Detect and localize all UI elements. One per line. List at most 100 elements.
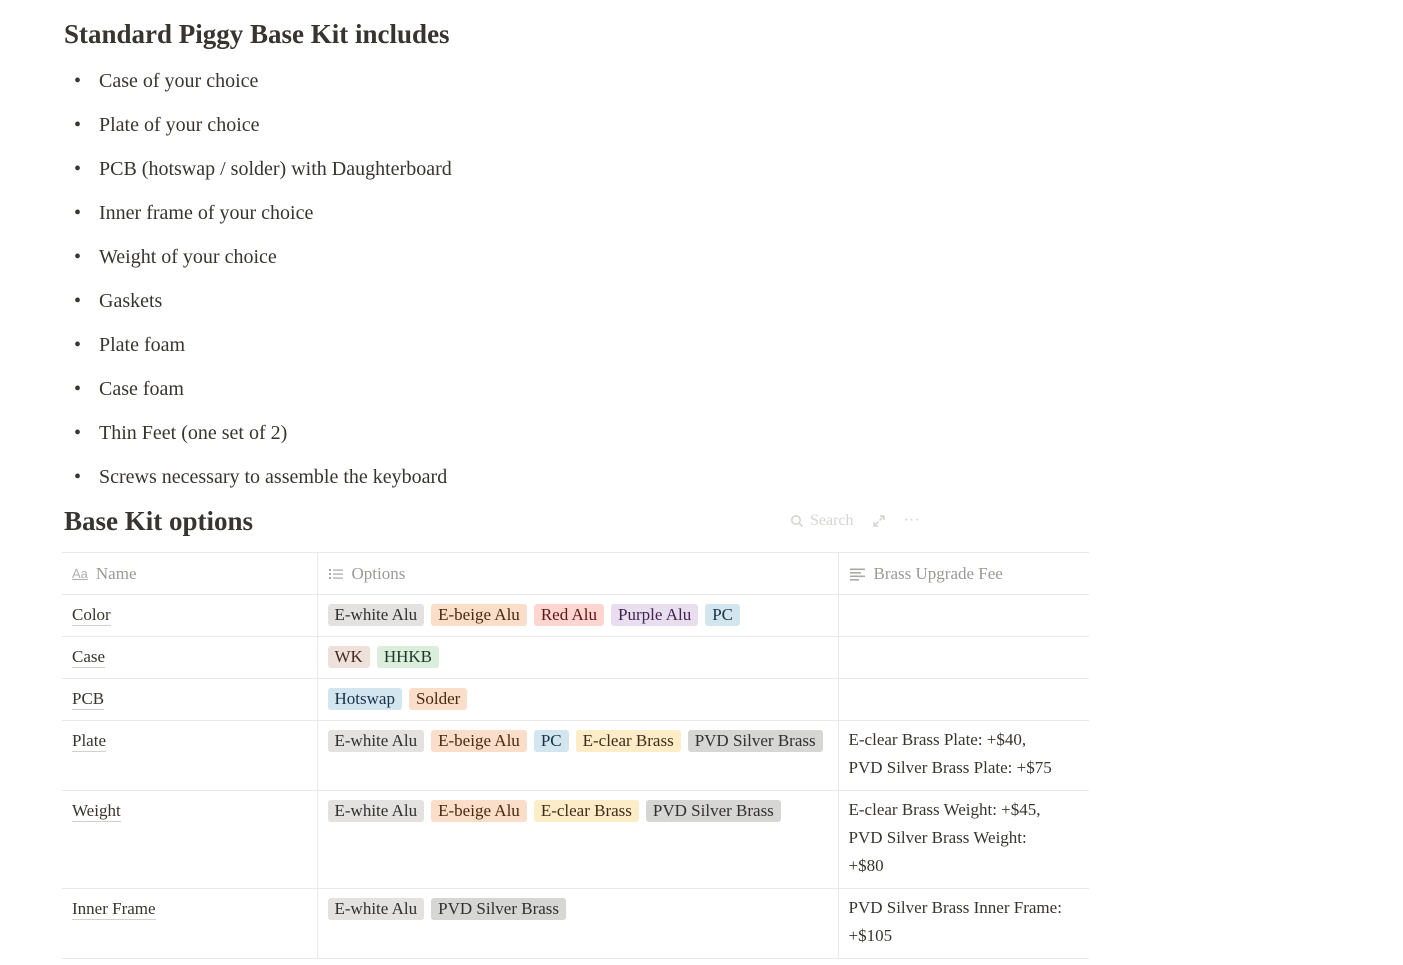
option-tag[interactable]: Solder	[408, 688, 468, 710]
option-tags: E-white Alu E-beige Alu PC E-clear Brass PVD…	[318, 721, 838, 760]
text-icon	[849, 568, 865, 581]
column-header-name[interactable]: Aa Name	[62, 552, 317, 595]
bullet-icon: •	[74, 377, 82, 400]
list-item-text: Weight of your choice	[99, 245, 277, 268]
list-item-text: Thin Feet (one set of 2)	[99, 421, 288, 444]
table-row[interactable]: Inner Frame E-white Alu PVD Silver Brass PV…	[62, 888, 1090, 959]
option-tag[interactable]: E-clear Brass	[533, 800, 639, 822]
bullet-icon: •	[74, 113, 82, 136]
database-toolbar: Search ···	[790, 512, 920, 530]
page-heading-kit: Standard Piggy Base Kit includes	[64, 19, 450, 49]
option-tag[interactable]: Hotswap	[327, 688, 402, 710]
row-name[interactable]: PCB	[72, 689, 105, 710]
kit-contents-list: • Case of your choice • Plate of your choic…	[64, 59, 452, 499]
option-tag[interactable]: E-white Alu	[327, 800, 425, 822]
cell-fee[interactable]	[837, 594, 1089, 637]
option-tag[interactable]: E-beige Alu	[431, 730, 527, 752]
list-item: • Case foam	[64, 367, 452, 411]
column-label-options: Options	[351, 563, 406, 583]
cell-name[interactable]: Plate	[62, 720, 317, 791]
fee-line: PVD Silver Brass Inner Frame:	[848, 898, 1062, 917]
list-item-text: Inner frame of your choice	[99, 201, 314, 224]
cell-fee[interactable]: PVD Silver Brass Inner Frame: +$105	[837, 888, 1090, 959]
option-tag[interactable]: HHKB	[376, 646, 439, 668]
fee-line: PVD Silver Brass Weight:	[848, 828, 1027, 847]
cell-fee[interactable]: E-clear Brass Weight: +$45, PVD Silver Br…	[837, 790, 1089, 889]
cell-fee[interactable]	[837, 636, 1089, 679]
cell-options[interactable]: Hotswap Solder	[316, 678, 838, 721]
option-tag[interactable]: E-clear Brass	[575, 730, 681, 752]
list-item-text: Plate of your choice	[99, 113, 260, 136]
option-tag[interactable]: E-beige Alu	[431, 800, 527, 822]
option-tags: WK HHKB	[318, 637, 838, 676]
column-header-options[interactable]: Options	[316, 552, 838, 595]
option-tag[interactable]: WK	[327, 646, 370, 668]
option-tag[interactable]: PVD Silver Brass	[431, 898, 567, 920]
option-tag[interactable]: E-white Alu	[327, 898, 425, 920]
option-tag[interactable]: E-beige Alu	[431, 604, 527, 626]
list-item-text: Gaskets	[99, 289, 163, 312]
expand-icon[interactable]	[872, 514, 886, 528]
table-row[interactable]: PCB Hotswap Solder	[62, 678, 1089, 721]
search-label: Search	[810, 512, 854, 529]
row-name[interactable]: Weight	[72, 801, 121, 822]
row-name[interactable]: Plate	[72, 731, 106, 752]
fee-text: E-clear Brass Plate: +$40, PVD Silver Bra…	[839, 721, 1090, 788]
list-item: • Plate foam	[64, 323, 452, 367]
option-tag[interactable]: Red Alu	[533, 604, 605, 626]
cell-name[interactable]: Weight	[62, 790, 317, 889]
row-name[interactable]: Color	[72, 605, 111, 626]
bullet-icon: •	[74, 201, 82, 224]
option-tags: E-white Alu PVD Silver Brass	[318, 889, 838, 928]
more-options-button[interactable]: ···	[904, 512, 920, 530]
bullet-icon: •	[74, 245, 82, 268]
table-row[interactable]: Weight E-white Alu E-beige Alu E-clear Bras…	[62, 790, 1089, 889]
table-row[interactable]: Plate E-white Alu E-beige Alu PC E-clear Bra…	[62, 720, 1090, 791]
cell-fee[interactable]: E-clear Brass Plate: +$40, PVD Silver Bra…	[837, 720, 1090, 791]
option-tag[interactable]: PVD Silver Brass	[687, 730, 823, 752]
cell-name[interactable]: Case	[62, 636, 317, 679]
cell-name[interactable]: Color	[62, 594, 317, 637]
search-button[interactable]: Search	[790, 512, 854, 530]
cell-name[interactable]: PCB	[62, 678, 317, 721]
fee-line: PVD Silver Brass Plate: +$75	[848, 758, 1052, 777]
table-row[interactable]: Case WK HHKB	[62, 636, 1089, 679]
list-item: • Inner frame of your choice	[64, 191, 452, 235]
cell-options[interactable]: WK HHKB	[316, 636, 838, 679]
bullet-icon: •	[74, 421, 82, 444]
list-item-text: Case of your choice	[99, 69, 259, 92]
bullet-icon: •	[74, 289, 82, 312]
column-label-fee: Brass Upgrade Fee	[873, 563, 1003, 583]
option-tags: E-white Alu E-beige Alu E-clear Brass PVD S…	[318, 791, 838, 830]
table-row[interactable]: Color E-white Alu E-beige Alu Red Alu Purple…	[62, 594, 1089, 637]
option-tag[interactable]: Purple Alu	[611, 604, 699, 626]
list-item: • Screws necessary to assemble the keyboa…	[64, 455, 452, 499]
cell-name[interactable]: Inner Frame	[62, 888, 317, 959]
table-header-row: Aa Name Options Brass Upgrade Fee	[62, 552, 1089, 595]
cell-options[interactable]: E-white Alu E-beige Alu PC E-clear Brass PVD…	[316, 720, 838, 791]
option-tags: Hotswap Solder	[318, 679, 838, 718]
page-heading-options: Base Kit options	[64, 506, 254, 536]
cell-options[interactable]: E-white Alu E-beige Alu E-clear Brass PVD S…	[316, 790, 838, 889]
row-name[interactable]: Case	[72, 647, 106, 668]
option-tag[interactable]: PC	[533, 730, 569, 752]
cell-options[interactable]: E-white Alu PVD Silver Brass	[316, 888, 838, 959]
option-tag[interactable]: E-white Alu	[327, 604, 425, 626]
list-item: • Case of your choice	[64, 59, 452, 103]
list-item-text: Screws necessary to assemble the keyboar…	[99, 465, 448, 488]
fee-line: +$105	[848, 926, 893, 945]
text-type-icon: Aa	[72, 566, 88, 581]
option-tag[interactable]: PVD Silver Brass	[645, 800, 781, 822]
column-header-fee[interactable]: Brass Upgrade Fee	[837, 552, 1089, 595]
fee-text: PVD Silver Brass Inner Frame: +$105	[839, 889, 1090, 956]
option-tag[interactable]: E-white Alu	[327, 730, 425, 752]
cell-fee[interactable]	[837, 678, 1089, 721]
cell-options[interactable]: E-white Alu E-beige Alu Red Alu Purple Alu P…	[316, 594, 838, 637]
fee-line: E-clear Brass Plate: +$40,	[848, 730, 1027, 749]
list-item-text: PCB (hotswap / solder) with Daughterboar…	[99, 157, 452, 180]
option-tag[interactable]: PC	[705, 604, 741, 626]
list-item: • PCB (hotswap / solder) with Daughterboa…	[64, 147, 452, 191]
list-item-text: Case foam	[99, 377, 184, 400]
row-name[interactable]: Inner Frame	[72, 899, 156, 920]
list-item: • Gaskets	[64, 279, 452, 323]
